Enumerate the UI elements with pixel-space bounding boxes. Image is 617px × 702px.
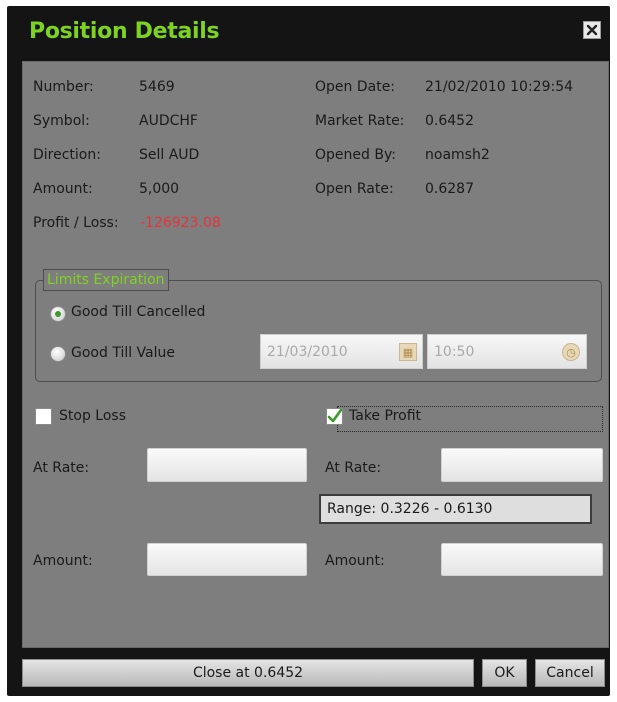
stop-loss-amount-input[interactable] bbox=[147, 543, 307, 576]
take-profit-checkbox[interactable] bbox=[326, 408, 343, 425]
number-value: 5469 bbox=[139, 79, 175, 95]
open-rate-label: Open Rate: bbox=[315, 181, 394, 197]
ok-button[interactable]: OK bbox=[482, 659, 527, 687]
market-rate-label: Market Rate: bbox=[315, 113, 405, 129]
opened-by-label: Opened By: bbox=[315, 147, 396, 163]
direction-value: Sell AUD bbox=[139, 147, 200, 163]
stop-loss-rate-input[interactable] bbox=[147, 448, 307, 482]
dialog-title: Position Details bbox=[29, 19, 220, 44]
cancel-button[interactable]: Cancel bbox=[535, 659, 605, 687]
open-rate-value: 0.6287 bbox=[425, 181, 474, 197]
close-icon bbox=[586, 24, 598, 36]
symbol-label: Symbol: bbox=[33, 113, 90, 129]
open-date-value: 21/02/2010 10:29:54 bbox=[425, 79, 574, 95]
take-profit-at-rate-label: At Rate: bbox=[325, 460, 382, 476]
open-date-label: Open Date: bbox=[315, 79, 396, 95]
symbol-value: AUDCHF bbox=[139, 113, 198, 129]
expiration-date-field[interactable]: 21/03/2010 ▦ bbox=[260, 334, 423, 369]
number-label: Number: bbox=[33, 79, 94, 95]
good-till-cancelled-radio[interactable] bbox=[50, 306, 66, 322]
stop-loss-checkbox[interactable] bbox=[35, 408, 52, 425]
stop-loss-label[interactable]: Stop Loss bbox=[59, 408, 126, 424]
profit-loss-label: Profit / Loss: bbox=[33, 215, 119, 231]
position-details-dialog: Position Details Number: 5469 Symbol: AU… bbox=[7, 6, 610, 696]
take-profit-rate-input[interactable] bbox=[441, 448, 603, 482]
calendar-icon[interactable]: ▦ bbox=[399, 343, 417, 361]
amount-label: Amount: bbox=[33, 181, 93, 197]
stop-loss-at-rate-label: At Rate: bbox=[33, 460, 90, 476]
good-till-cancelled-label[interactable]: Good Till Cancelled bbox=[71, 304, 205, 320]
expiration-date-value: 21/03/2010 bbox=[267, 343, 348, 360]
take-profit-label[interactable]: Take Profit bbox=[349, 408, 421, 424]
amount-value: 5,000 bbox=[139, 181, 180, 197]
close-at-rate-button[interactable]: Close at 0.6452 bbox=[22, 659, 474, 687]
take-profit-amount-input[interactable] bbox=[441, 543, 603, 576]
expiration-time-value: 10:50 bbox=[434, 343, 475, 360]
opened-by-value: noamsh2 bbox=[425, 147, 490, 163]
clock-icon[interactable]: ◷ bbox=[562, 343, 580, 361]
good-till-value-label[interactable]: Good Till Value bbox=[71, 345, 175, 361]
close-button[interactable] bbox=[583, 21, 601, 39]
details-panel: Number: 5469 Symbol: AUDCHF Direction: S… bbox=[22, 61, 609, 648]
checkmark-icon bbox=[327, 408, 343, 423]
take-profit-range: Range: 0.3226 - 0.6130 bbox=[319, 494, 592, 524]
direction-label: Direction: bbox=[33, 147, 101, 163]
profit-loss-value: -126923.08 bbox=[140, 215, 221, 231]
expiration-time-field[interactable]: 10:50 ◷ bbox=[427, 334, 587, 369]
limits-expiration-legend: Limits Expiration bbox=[43, 269, 169, 291]
good-till-value-radio[interactable] bbox=[50, 346, 66, 362]
stop-loss-amount-label: Amount: bbox=[33, 553, 93, 569]
market-rate-value: 0.6452 bbox=[425, 113, 474, 129]
take-profit-amount-label: Amount: bbox=[325, 553, 385, 569]
